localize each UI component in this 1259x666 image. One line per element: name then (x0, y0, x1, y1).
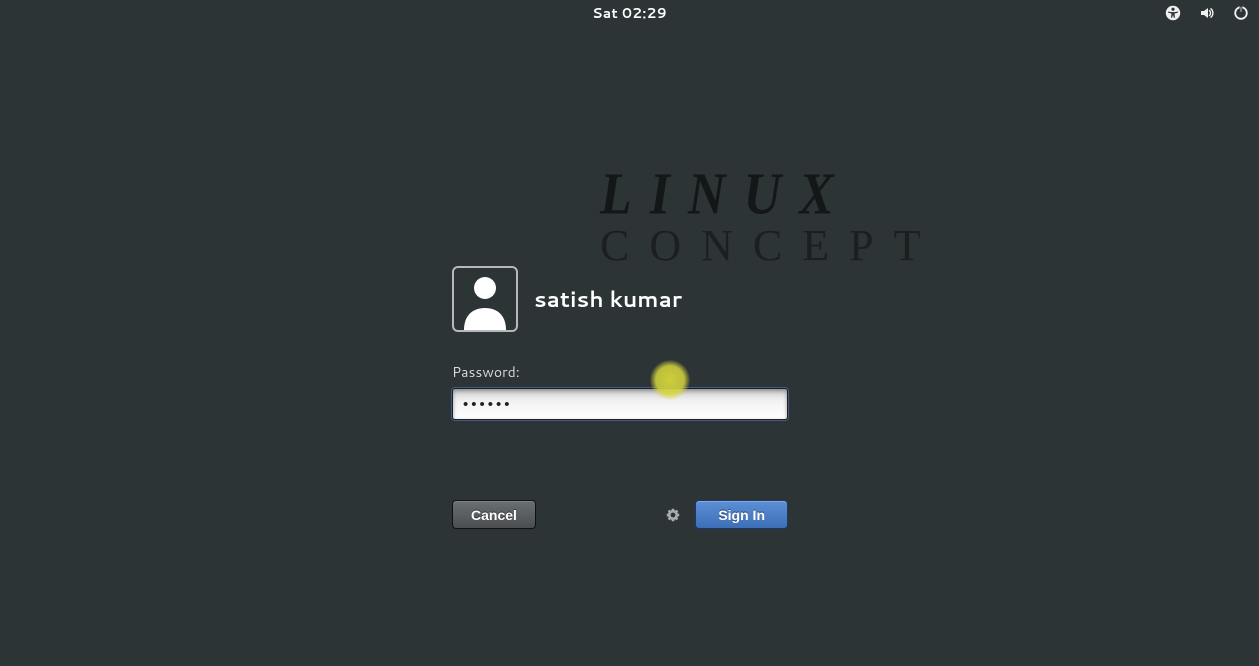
cancel-button[interactable]: Cancel (452, 500, 536, 529)
button-row: Cancel Sign In (452, 500, 788, 529)
sign-in-button[interactable]: Sign In (695, 500, 788, 529)
password-label: Password: (452, 362, 788, 382)
watermark-line2: CONCEPT (600, 220, 940, 271)
password-input[interactable] (452, 388, 788, 420)
power-icon[interactable] (1233, 5, 1249, 21)
user-row: satish kumar (452, 266, 788, 332)
volume-icon[interactable] (1199, 5, 1215, 21)
avatar-icon (462, 274, 508, 330)
gear-icon (665, 507, 681, 523)
session-options-button[interactable] (665, 507, 681, 523)
accessibility-icon[interactable] (1165, 5, 1181, 21)
username: satish kumar (534, 284, 682, 315)
login-panel: satish kumar Password: Cancel Sign In (452, 266, 788, 529)
top-bar: Sat 02:29 (0, 0, 1259, 26)
system-tray (1165, 0, 1249, 26)
background-watermark: LINUX CONCEPT (600, 165, 940, 271)
avatar (452, 266, 518, 332)
clock[interactable]: Sat 02:29 (592, 3, 667, 23)
watermark-line1: LINUX (600, 161, 940, 229)
